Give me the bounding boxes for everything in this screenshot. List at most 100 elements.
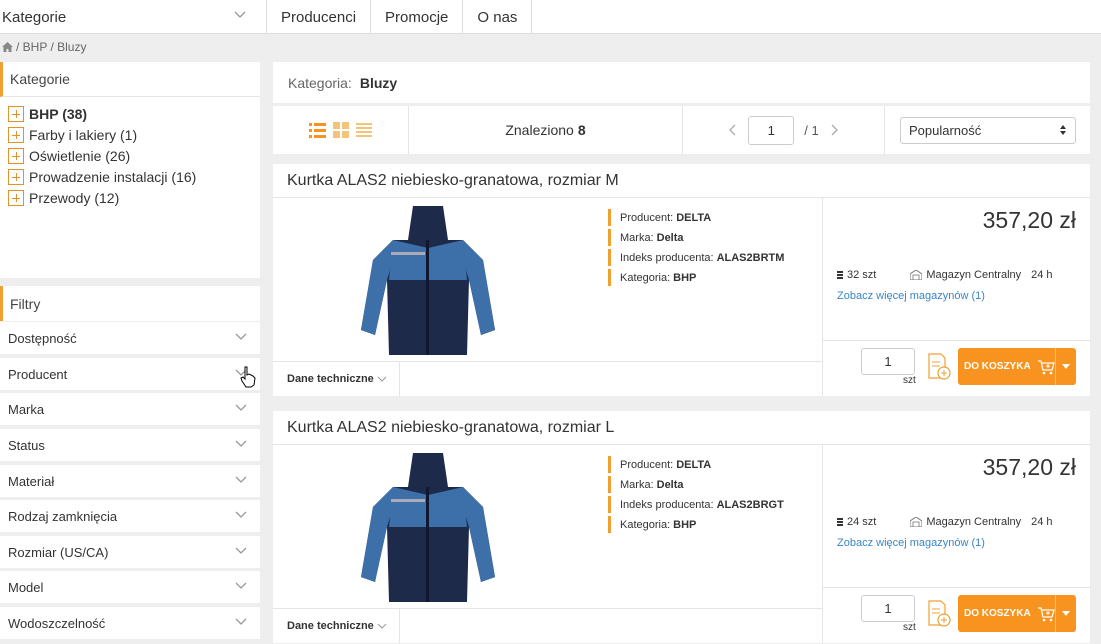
product-body: Producent: DELTA Marka: Delta Indeks produ… [273,198,1091,396]
category-item[interactable]: Przewody (12) [8,187,260,208]
chevron-down-icon [377,376,387,382]
category-list: BHP (38) Farby i lakiery (1) Oświetlenie… [0,97,260,208]
chevron-down-icon [235,618,247,625]
attr-category: Kategoria: BHP [608,269,784,286]
filter-size[interactable]: Rozmiar (US/CA) [0,536,260,568]
sort-select[interactable]: Popularność [900,116,1076,144]
attr-label: Kategoria: [620,271,671,284]
attr-value: ALAS2BRTM [716,251,785,264]
add-to-cart-area: szt DO KOSZYKA [823,340,1091,396]
attr-brand: Marka: Delta [608,229,784,246]
category-item-label[interactable]: Farby i lakiery (1) [29,127,137,143]
unit-label: szt [903,622,916,633]
attr-label: Producent: [620,458,674,471]
expand-plus-icon[interactable] [8,126,24,143]
cart-icon [1037,359,1055,374]
attr-label: Marka: [620,231,654,244]
category-bar: Kategoria: Bluzy [273,62,1090,103]
nav-link-about[interactable]: O nas [463,0,533,34]
filter-label: Model [8,579,44,595]
expand-plus-icon[interactable] [8,189,24,206]
category-item-label[interactable]: Przewody (12) [29,190,119,206]
chevron-down-icon [235,333,247,340]
stock-bars-icon [837,271,843,279]
category-bar-value: Bluzy [359,74,398,91]
expand-plus-icon[interactable] [8,147,24,164]
add-to-cart-button[interactable]: DO KOSZYKA [958,595,1076,632]
category-item[interactable]: Oświetlenie (26) [8,145,260,166]
expand-plus-icon[interactable] [8,168,24,185]
product-purchase-panel: 357,20 zł 24 szt Magazyn Centralny 24 h … [822,445,1091,643]
categories-dropdown[interactable]: Kategorie [0,0,267,34]
product-body: Producent: DELTA Marka: Delta Indeks produ… [273,445,1091,643]
add-to-list-icon[interactable] [925,597,953,629]
more-warehouses-link[interactable]: Zobacz więcej magazynów (1) [837,537,985,549]
filter-material[interactable]: Materiał [0,465,260,497]
compact-view-icon[interactable] [356,122,372,138]
filter-status[interactable]: Status [0,429,260,461]
attr-producer: Producent: DELTA [608,456,784,473]
results-count-value: 8 [577,122,586,138]
stock-quantity: 24 szt [847,516,877,528]
chevron-left-icon[interactable] [728,124,738,136]
page-number-input[interactable] [748,115,795,145]
tech-data-label: Dane techniczne [287,373,374,385]
filter-model[interactable]: Model [0,571,260,603]
more-warehouses-link[interactable]: Zobacz więcej magazynów (1) [837,290,985,302]
category-item-label[interactable]: Prowadzenie instalacji (16) [29,169,196,185]
category-item[interactable]: Prowadzenie instalacji (16) [8,166,260,187]
attr-brand: Marka: Delta [608,476,784,493]
warehouse-icon [910,517,923,527]
home-icon[interactable] [2,42,13,52]
chevron-down-icon [235,440,247,447]
quantity-input[interactable] [861,348,915,375]
filter-waterproof[interactable]: Wodoszczelność [0,607,260,639]
filter-label: Marka [8,401,45,417]
dropdown-caret-icon[interactable] [1062,611,1070,616]
product-attributes: Producent: DELTA Marka: Delta Indeks produ… [608,209,784,289]
attr-value: BHP [673,271,697,284]
filter-closure-type[interactable]: Rodzaj zamknięcia [0,500,260,532]
dropdown-caret-icon[interactable] [1062,364,1070,369]
attr-value: DELTA [676,211,712,224]
warehouse-icon [910,270,923,280]
product-card: Kurtka ALAS2 niebiesko-granatowa, rozmia… [273,411,1091,643]
add-to-list-icon[interactable] [925,350,953,382]
sort-container: Popularność [885,106,1090,154]
filter-label: Wodoszczelność [8,615,106,631]
tech-data-toggle[interactable]: Dane techniczne [273,361,400,396]
top-navigation: Kategorie Producenci Promocje O nas [0,0,1101,34]
attr-producer: Producent: DELTA [608,209,784,226]
product-title[interactable]: Kurtka ALAS2 niebiesko-granatowa, rozmia… [273,411,1090,445]
grid-view-icon[interactable] [333,122,349,138]
breadcrumb-path[interactable]: / BHP / Bluzy [16,40,86,54]
add-to-cart-label: DO KOSZYKA [964,361,1031,372]
filter-producer[interactable]: Producent [0,358,260,390]
category-item[interactable]: BHP (38) [8,103,260,124]
cart-icon [1037,606,1055,621]
product-title[interactable]: Kurtka ALAS2 niebiesko-granatowa, rozmia… [273,164,1090,198]
results-count-label: Znaleziono [505,122,574,138]
filters-panel-header: Filtry [0,286,260,321]
warehouse: Magazyn Centralny [910,269,1021,281]
category-item[interactable]: Farby i lakiery (1) [8,124,260,145]
divider [400,608,822,609]
filters-title: Filtry [0,286,260,321]
nav-link-promotions[interactable]: Promocje [371,0,464,34]
expand-plus-icon[interactable] [8,105,24,122]
category-item-label[interactable]: Oświetlenie (26) [29,148,130,164]
filter-availability[interactable]: Dostępność [0,322,260,354]
warehouse: Magazyn Centralny [910,516,1021,528]
list-view-icon[interactable] [309,122,326,138]
add-to-cart-button[interactable]: DO KOSZYKA [958,348,1076,385]
chevron-right-icon[interactable] [829,124,839,136]
tech-data-toggle[interactable]: Dane techniczne [273,608,400,643]
attr-label: Indeks producenta: [620,251,714,264]
product-card: Kurtka ALAS2 niebiesko-granatowa, rozmia… [273,164,1091,396]
filter-brand[interactable]: Marka [0,393,260,425]
quantity-input[interactable] [861,595,915,622]
nav-link-producers[interactable]: Producenci [267,0,372,34]
product-image[interactable] [353,200,503,360]
category-item-label[interactable]: BHP (38) [29,106,87,122]
product-image[interactable] [353,447,503,607]
